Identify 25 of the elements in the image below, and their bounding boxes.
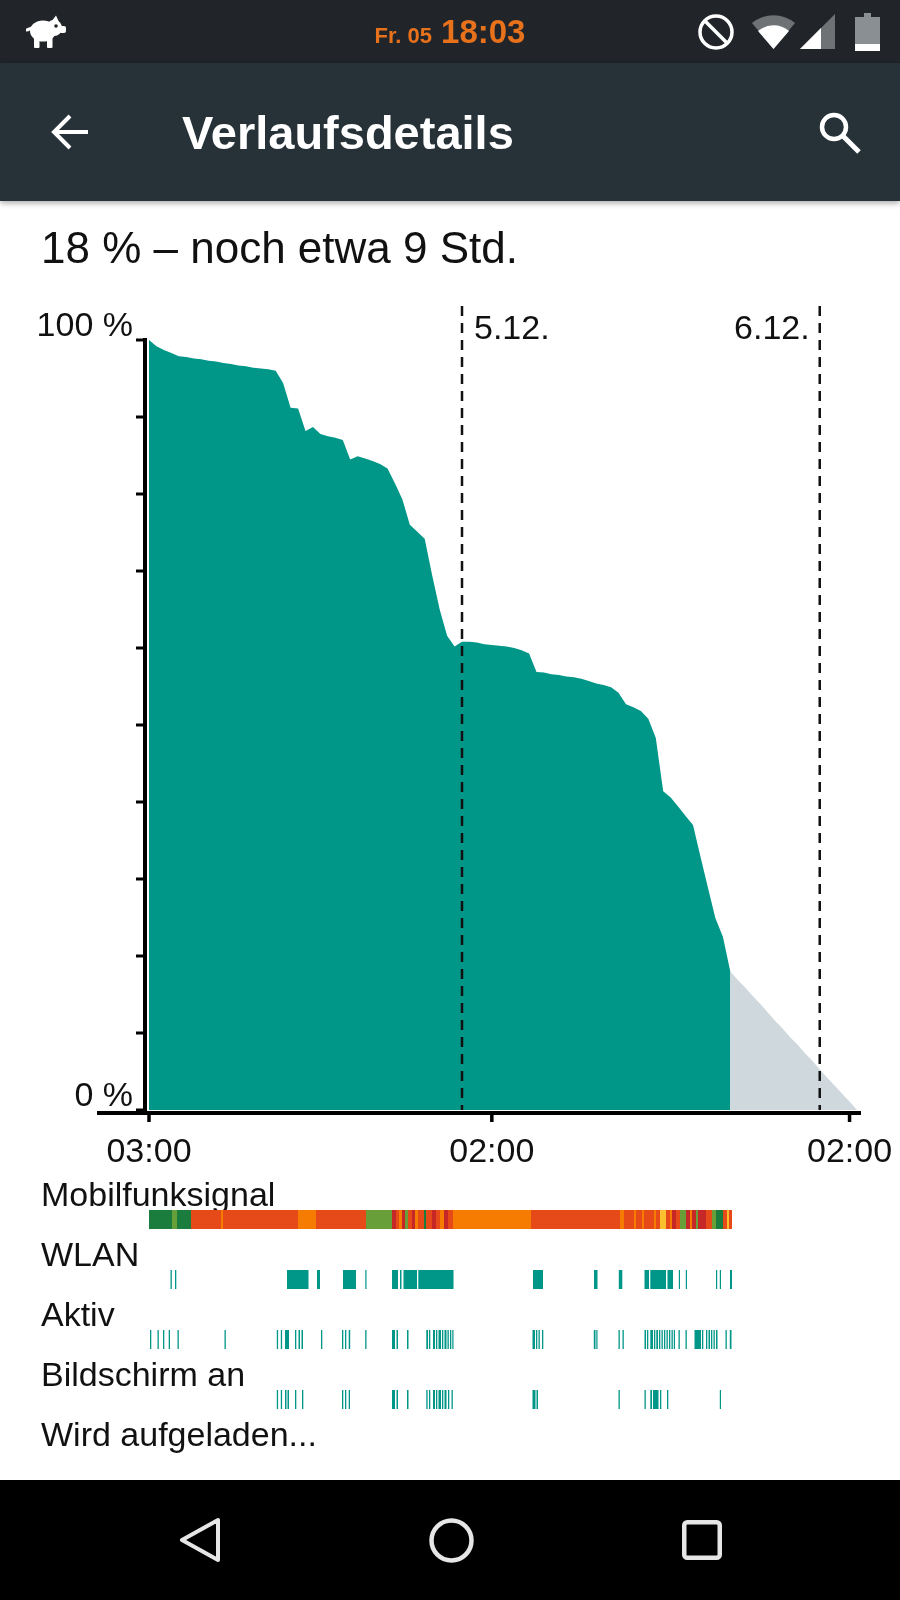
nav-back-icon[interactable] (179, 1517, 221, 1563)
track-label: Bildschirm an (41, 1359, 246, 1390)
back-arrow-icon[interactable] (50, 112, 90, 152)
pig-icon (26, 15, 66, 48)
prohibited-icon (697, 13, 735, 50)
status-date: Fr. 05 (374, 22, 433, 49)
x-axis-label: 02:00 (807, 1131, 893, 1169)
wifi-icon (752, 14, 795, 49)
track-label: Aktiv (41, 1299, 115, 1330)
x-axis-label: 02:00 (449, 1131, 535, 1169)
nav-home-icon[interactable] (429, 1517, 474, 1563)
cell-signal-icon (800, 14, 835, 49)
y-axis-label: 0 % (74, 1075, 133, 1113)
date-label: 5.12. (474, 308, 550, 346)
search-icon[interactable] (818, 110, 861, 154)
y-axis-label: 100 % (36, 305, 133, 343)
battery-summary: 18 % – noch etwa 9 Std. (41, 223, 518, 273)
status-time: 18:03 (441, 12, 526, 51)
nav-recents-icon[interactable] (682, 1520, 722, 1560)
x-axis-label: 03:00 (106, 1131, 192, 1169)
track-label: Mobilfunksignal (41, 1179, 276, 1210)
track-label: WLAN (41, 1239, 140, 1270)
date-label: 6.12. (734, 308, 810, 346)
app-bar-title: Verlaufsdetails (182, 104, 514, 160)
battery-icon (855, 12, 880, 51)
